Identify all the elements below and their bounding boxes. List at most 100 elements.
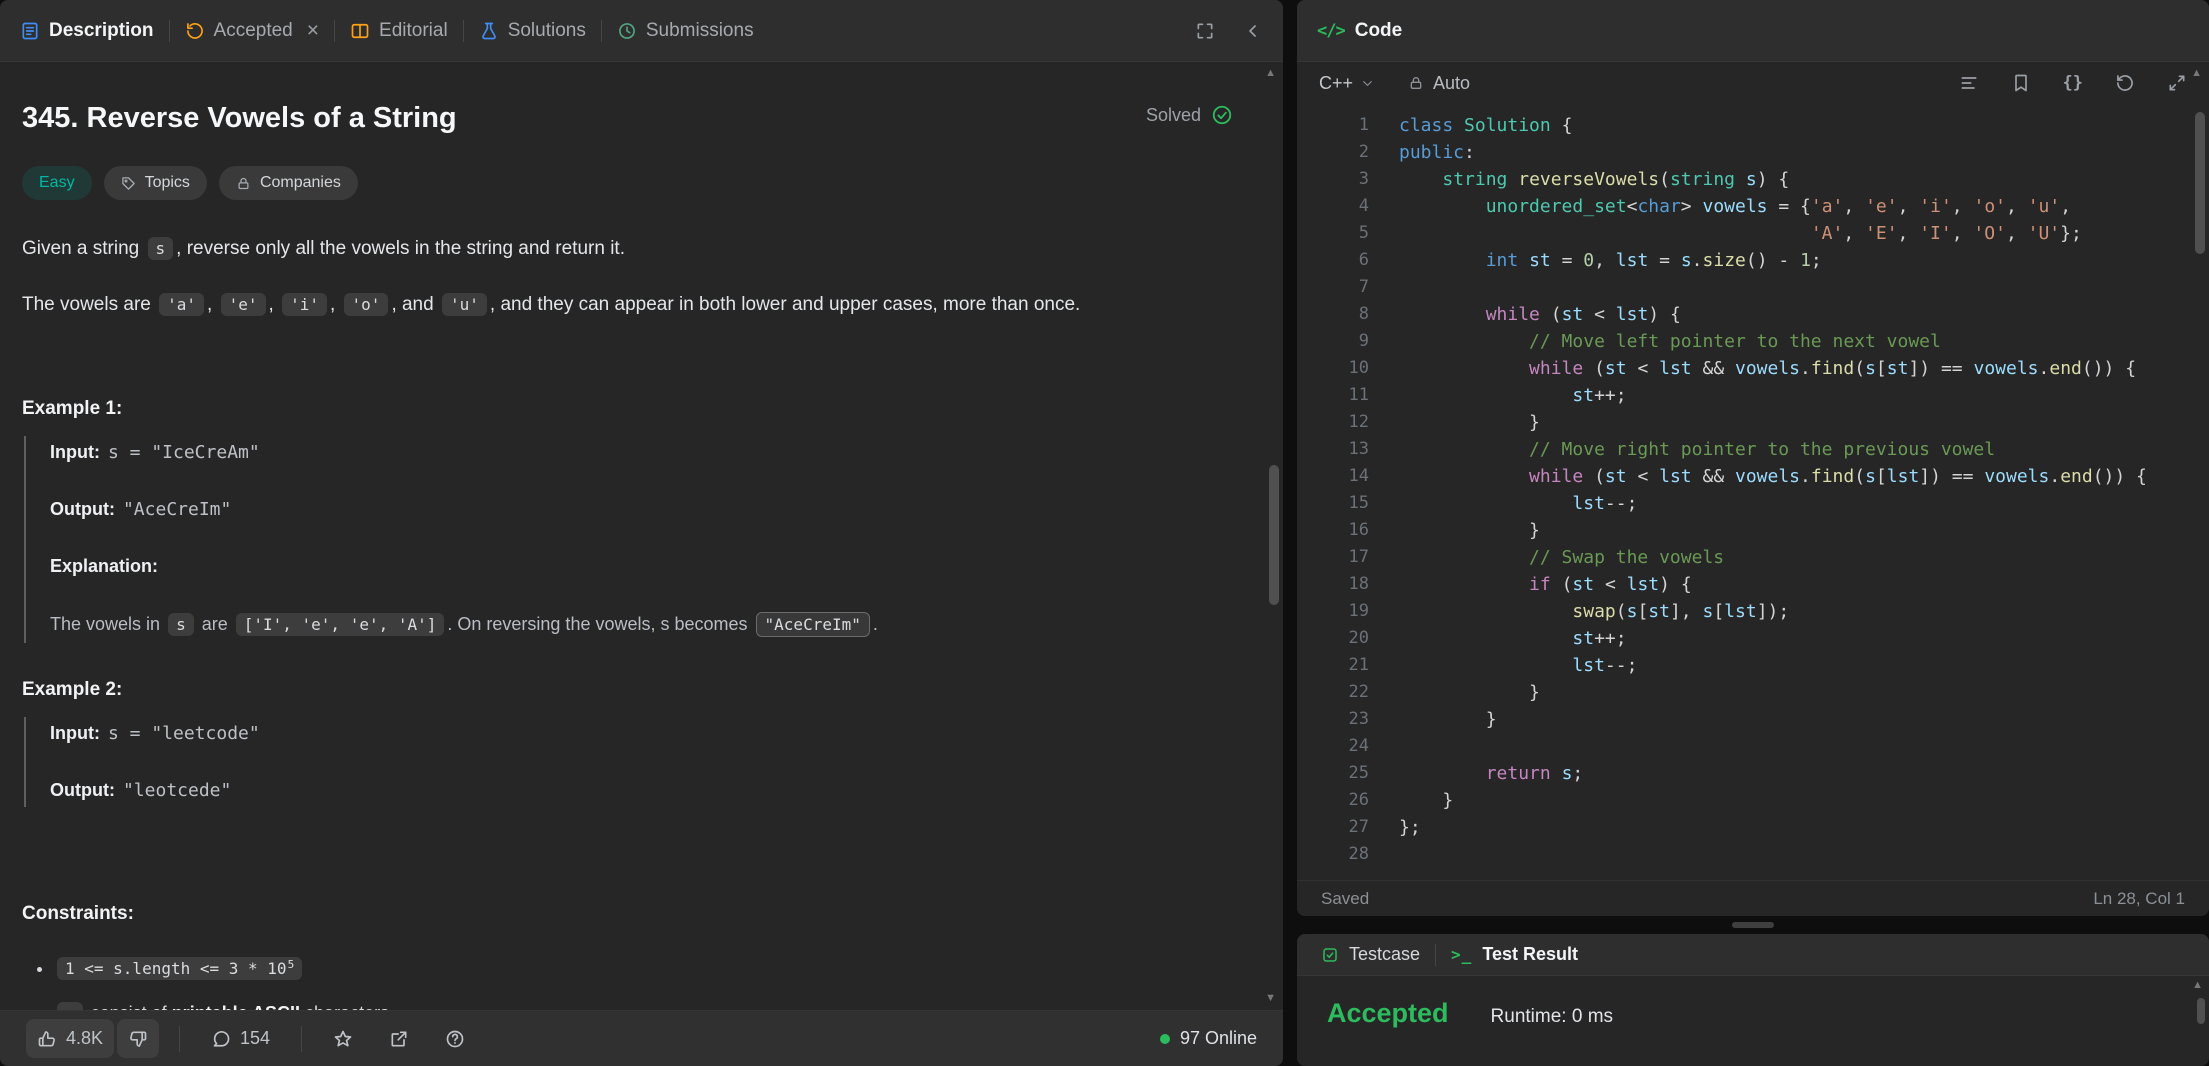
result-row: Accepted Runtime: 0 ms xyxy=(1297,976,2209,1029)
code-text: return s; xyxy=(1399,760,1583,787)
tab-solutions[interactable]: Solutions xyxy=(479,20,586,42)
help-button[interactable] xyxy=(434,1020,476,1058)
topics-badge[interactable]: Topics xyxy=(104,166,207,200)
inline-code: "AceCreIm" xyxy=(756,612,870,637)
tab-code[interactable]: </> Code xyxy=(1317,20,1402,42)
example-heading: Example 1: xyxy=(22,398,1243,420)
footer-actions: 4.8K 154 xyxy=(26,1019,476,1058)
online-dot-icon xyxy=(1160,1034,1170,1044)
language-label: C++ xyxy=(1319,73,1353,94)
share-button[interactable] xyxy=(378,1020,420,1058)
line-number: 25 xyxy=(1317,760,1369,787)
difficulty-badge[interactable]: Easy xyxy=(22,166,92,200)
line-number: 1 xyxy=(1317,112,1369,139)
left-tabbar: Description Accepted × Editorial Solutions Su… xyxy=(0,0,1283,62)
code-line: 12 } xyxy=(1317,409,2209,436)
tab-test-result[interactable]: >_Test Result xyxy=(1451,944,1578,965)
code-editor[interactable]: 1class Solution {2public:3 string revers… xyxy=(1297,104,2209,880)
tab-label: Accepted xyxy=(214,20,293,42)
line-number: 18 xyxy=(1317,571,1369,598)
chevron-down-icon xyxy=(1361,77,1374,90)
tab-description[interactable]: Description xyxy=(20,20,154,42)
runtime-label: Runtime: 0 ms xyxy=(1491,1006,1613,1028)
editor-toolbar-actions: {} xyxy=(1959,73,2187,93)
line-number: 6 xyxy=(1317,247,1369,274)
code-line: 28 xyxy=(1317,841,2209,868)
line-number: 27 xyxy=(1317,814,1369,841)
drag-handle[interactable] xyxy=(1732,922,1774,928)
tab-testcase[interactable]: Testcase xyxy=(1321,944,1420,965)
close-icon[interactable]: × xyxy=(307,20,319,41)
line-number: 9 xyxy=(1317,328,1369,355)
tab-separator xyxy=(601,20,602,42)
line-number: 10 xyxy=(1317,355,1369,382)
reset-code-icon[interactable] xyxy=(2115,73,2135,93)
scroll-down-icon[interactable]: ▼ xyxy=(1265,993,1276,1004)
vote-group: 4.8K xyxy=(26,1019,159,1058)
testcase-icon xyxy=(1321,946,1339,964)
code-line: 8 while (st < lst) { xyxy=(1317,301,2209,328)
example-field-label: Input: xyxy=(50,723,100,743)
code-text: st++; xyxy=(1399,382,1627,409)
tab-separator xyxy=(334,20,335,42)
scroll-up-icon[interactable]: ▲ xyxy=(2192,980,2203,991)
example-field-label: Output: xyxy=(50,499,115,519)
scrollbar-thumb[interactable] xyxy=(2197,998,2205,1024)
line-number: 21 xyxy=(1317,652,1369,679)
panel-resizer[interactable] xyxy=(1283,0,1297,1066)
star-icon xyxy=(333,1029,353,1049)
example: Example 1:Input:s = "IceCreAm"Output:"Ac… xyxy=(22,398,1243,643)
tag-icon xyxy=(121,176,136,191)
tab-submissions[interactable]: Submissions xyxy=(617,20,754,42)
fullscreen-icon[interactable] xyxy=(2167,73,2187,93)
braces-icon[interactable]: {} xyxy=(2063,73,2083,93)
scroll-up-icon[interactable]: ▲ xyxy=(1265,68,1276,79)
badges-row: Easy Topics Companies xyxy=(22,166,1243,200)
code-text: // Move left pointer to the next vowel xyxy=(1399,328,1941,355)
editor-statusbar: Saved Ln 28, Col 1 xyxy=(1297,880,2209,916)
autocomplete-toggle[interactable]: Auto xyxy=(1408,73,1470,94)
favorite-button[interactable] xyxy=(322,1020,364,1058)
line-number: 2 xyxy=(1317,139,1369,166)
line-number: 3 xyxy=(1317,166,1369,193)
scrollbar-thumb[interactable] xyxy=(2195,112,2205,254)
scroll-up-icon[interactable]: ▲ xyxy=(2191,68,2202,79)
collapse-panel-icon[interactable] xyxy=(1243,21,1263,41)
line-number: 28 xyxy=(1317,841,1369,868)
example-field-value: s = "IceCreAm" xyxy=(108,442,260,463)
example-row: Output:"AceCreIm" xyxy=(50,497,1243,522)
tab-separator xyxy=(169,20,170,42)
solved-label: Solved xyxy=(1146,105,1201,126)
tab-label: Solutions xyxy=(508,20,586,42)
line-number: 20 xyxy=(1317,625,1369,652)
horizontal-resizer[interactable] xyxy=(1297,916,2209,934)
window-expand-icon[interactable] xyxy=(1195,21,1215,41)
bookmark-icon[interactable] xyxy=(2011,73,2031,93)
description-paragraph: The vowels are 'a', 'e', 'i', 'o', and '… xyxy=(22,290,1243,320)
code-text: } xyxy=(1399,517,1540,544)
left-tabs: Description Accepted × Editorial Solutions Su… xyxy=(20,0,754,61)
tab-accepted[interactable]: Accepted × xyxy=(185,20,320,42)
like-button[interactable]: 4.8K xyxy=(26,1019,114,1058)
tab-editorial[interactable]: Editorial xyxy=(350,20,448,42)
description-icon xyxy=(20,21,40,41)
code-line: 14 while (st < lst && vowels.find(s[lst]… xyxy=(1317,463,2209,490)
dislike-button[interactable] xyxy=(117,1019,159,1058)
tab-label: Description xyxy=(49,20,154,42)
lock-icon xyxy=(1408,75,1424,91)
constraint-item: 1 <= s.length <= 3 * 105 xyxy=(54,951,1243,983)
footer-divider xyxy=(301,1026,302,1052)
scrollbar-thumb[interactable] xyxy=(1269,465,1279,605)
code-line: 26 } xyxy=(1317,787,2209,814)
problem-content: 345. Reverse Vowels of a String Solved E… xyxy=(0,62,1283,1010)
line-number: 11 xyxy=(1317,382,1369,409)
line-number: 19 xyxy=(1317,598,1369,625)
companies-badge[interactable]: Companies xyxy=(219,166,358,200)
language-selector[interactable]: C++ xyxy=(1319,73,1374,94)
examples-section: Example 1:Input:s = "IceCreAm"Output:"Ac… xyxy=(22,398,1243,807)
solutions-icon xyxy=(479,21,499,41)
comments-button[interactable]: 154 xyxy=(200,1019,281,1058)
format-code-icon[interactable] xyxy=(1959,73,1979,93)
inline-code: 'o' xyxy=(344,293,389,316)
code-text: int st = 0, lst = s.size() - 1; xyxy=(1399,247,1822,274)
